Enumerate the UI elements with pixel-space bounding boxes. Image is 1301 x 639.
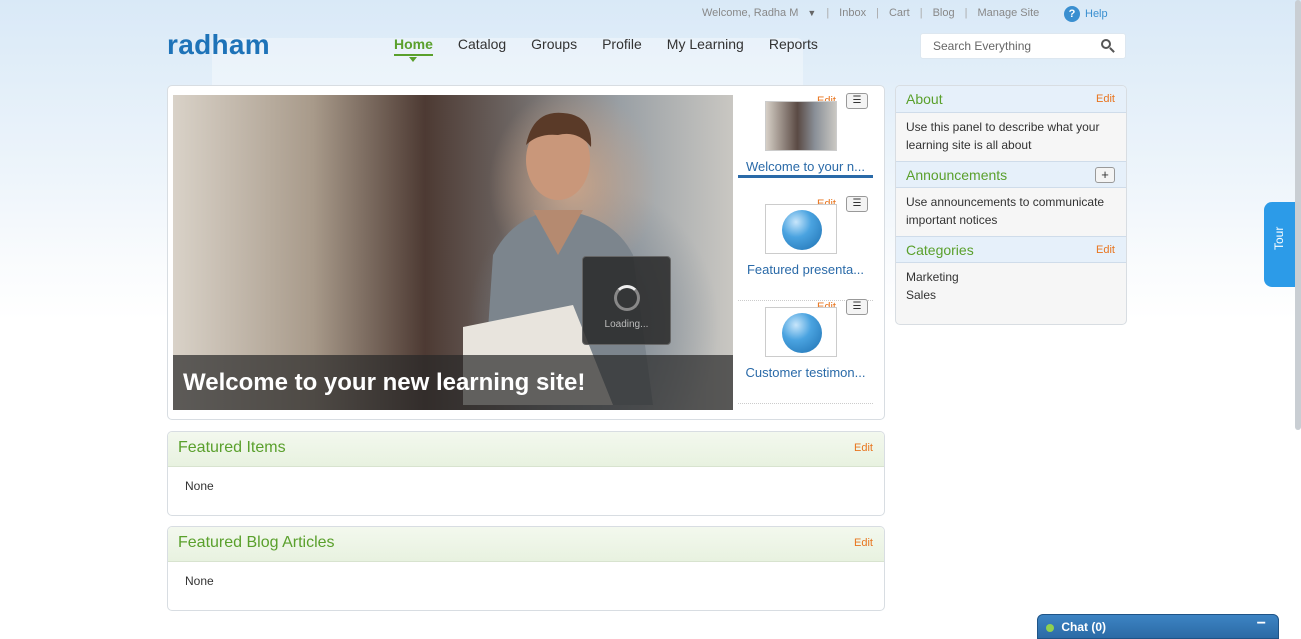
- nav-catalog[interactable]: Catalog: [458, 36, 506, 52]
- about-edit-link[interactable]: Edit: [1096, 93, 1115, 105]
- thumb-label[interactable]: Customer testimon...: [738, 365, 873, 380]
- carousel-thumb[interactable]: Edit ☰ Customer testimon...: [738, 299, 873, 404]
- hamburger-menu-icon[interactable]: ☰: [846, 299, 868, 315]
- spinner-icon: [613, 285, 640, 311]
- carousel-thumbnails: Edit ☰ Welcome to your n... Edit ☰ Featu…: [738, 93, 873, 404]
- featured-blog-header: Featured Blog Articles Edit: [168, 527, 884, 562]
- hero-image[interactable]: Welcome to your new learning site!: [173, 95, 733, 410]
- categories-header: Categories Edit: [896, 236, 1126, 263]
- categories-list: Marketing Sales: [896, 263, 1126, 311]
- cart-link[interactable]: Cart: [889, 7, 910, 19]
- nav-groups[interactable]: Groups: [531, 36, 577, 52]
- hero-caption: Welcome to your new learning site!: [173, 355, 733, 410]
- help-label: Help: [1085, 8, 1108, 20]
- featured-items-panel: Featured Items Edit None: [167, 431, 885, 516]
- panel-title: Featured Blog Articles: [178, 534, 335, 551]
- featured-items-header: Featured Items Edit: [168, 432, 884, 467]
- help-icon: ?: [1064, 6, 1080, 22]
- help-link[interactable]: ? Help: [1064, 6, 1108, 22]
- search-box: [920, 33, 1126, 59]
- manage-site-link[interactable]: Manage Site: [977, 7, 1039, 19]
- right-sidebar: About Edit Use this panel to describe wh…: [895, 85, 1127, 325]
- add-announcement-button[interactable]: +: [1095, 167, 1115, 183]
- inbox-link[interactable]: Inbox: [839, 7, 866, 19]
- main-nav: Home Catalog Groups Profile My Learning …: [394, 36, 843, 62]
- chevron-down-icon[interactable]: ▼: [807, 8, 816, 18]
- thumb-label[interactable]: Featured presenta...: [738, 262, 873, 277]
- announcements-title: Announcements: [906, 167, 1008, 183]
- nav-profile[interactable]: Profile: [602, 36, 642, 52]
- panel-body: None: [185, 479, 214, 493]
- announcements-header: Announcements +: [896, 161, 1126, 188]
- tour-label: Tour: [1272, 226, 1286, 250]
- tour-tab[interactable]: Tour: [1264, 202, 1295, 287]
- utility-bar: Welcome, Radha M ▼ | Inbox | Cart | Blog…: [702, 7, 1040, 19]
- about-text: Use this panel to describe what your lea…: [896, 113, 1126, 161]
- chat-count: (0): [1091, 620, 1107, 634]
- featured-blog-edit-link[interactable]: Edit: [854, 537, 873, 549]
- thumb-image: [765, 204, 837, 254]
- search-input[interactable]: [933, 39, 1093, 53]
- online-status-icon: [1046, 623, 1054, 632]
- page-scrollbar[interactable]: [1295, 0, 1301, 430]
- panel-title: Featured Items: [178, 439, 286, 456]
- carousel-thumb[interactable]: Edit ☰ Welcome to your n...: [738, 93, 873, 178]
- thumb-image: [765, 307, 837, 357]
- globe-icon: [782, 313, 822, 353]
- panel-body: None: [185, 574, 214, 588]
- nav-home[interactable]: Home: [394, 36, 433, 62]
- carousel-thumb[interactable]: Edit ☰ Featured presenta...: [738, 196, 873, 301]
- category-item[interactable]: Marketing: [906, 268, 1116, 286]
- about-header: About Edit: [896, 86, 1126, 113]
- search-icon[interactable]: [1101, 39, 1111, 49]
- nav-my-learning[interactable]: My Learning: [667, 36, 744, 52]
- hamburger-menu-icon[interactable]: ☰: [846, 93, 868, 109]
- categories-edit-link[interactable]: Edit: [1096, 244, 1115, 256]
- blog-link[interactable]: Blog: [933, 7, 955, 19]
- chat-label: Chat: [1061, 620, 1089, 634]
- featured-items-edit-link[interactable]: Edit: [854, 442, 873, 454]
- welcome-user-menu[interactable]: Welcome, Radha M: [702, 7, 798, 19]
- loading-text: Loading...: [604, 319, 649, 330]
- site-logo[interactable]: radham: [167, 29, 270, 61]
- chat-bar[interactable]: Chat (0) −: [1037, 614, 1279, 639]
- categories-title: Categories: [906, 242, 974, 258]
- loading-indicator: Loading...: [582, 256, 671, 345]
- hamburger-menu-icon[interactable]: ☰: [846, 196, 868, 212]
- nav-reports[interactable]: Reports: [769, 36, 818, 52]
- announcements-text: Use announcements to communicate importa…: [896, 188, 1126, 236]
- thumb-label[interactable]: Welcome to your n...: [738, 159, 873, 174]
- thumb-photo: [765, 101, 837, 151]
- category-item[interactable]: Sales: [906, 286, 1116, 304]
- globe-icon: [782, 210, 822, 250]
- about-title: About: [906, 91, 943, 107]
- featured-blog-panel: Featured Blog Articles Edit None: [167, 526, 885, 611]
- minimize-icon[interactable]: −: [1257, 615, 1266, 633]
